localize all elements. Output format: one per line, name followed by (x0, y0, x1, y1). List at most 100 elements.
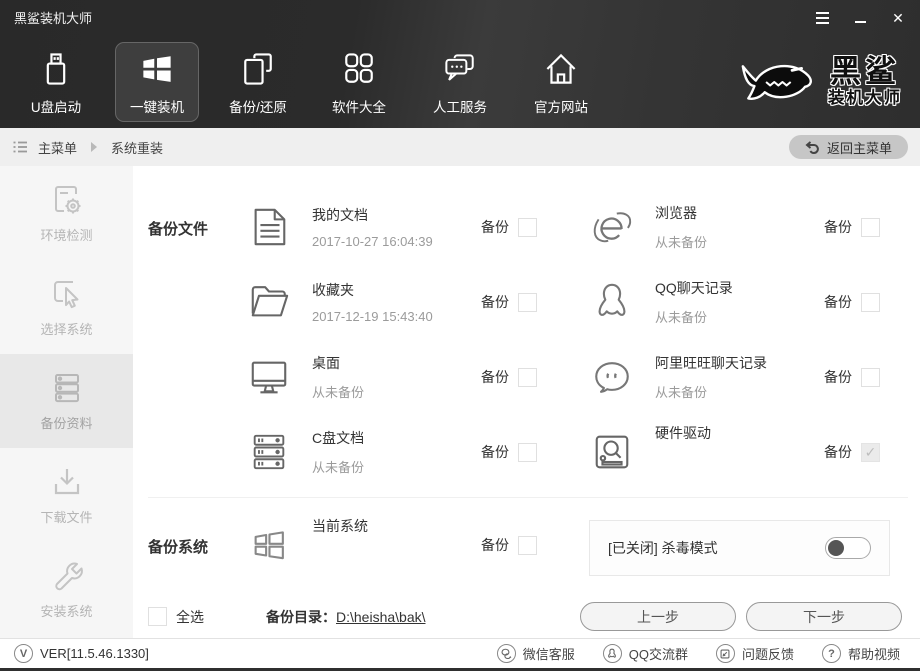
desktop-icon (246, 356, 292, 398)
backup-checkbox[interactable] (861, 367, 880, 387)
cdrive-icon (246, 431, 292, 473)
backup-checkbox[interactable] (518, 535, 537, 555)
minimize-icon[interactable] (852, 10, 868, 26)
nav-item-software[interactable]: 软件大全 (317, 42, 401, 122)
footer-link-label: 帮助视频 (847, 647, 900, 662)
backup-label: 备份 (824, 444, 852, 460)
item-last-backup: 从未备份 (655, 310, 708, 325)
shark-logo-icon (736, 51, 818, 113)
select-all-label: 全选 (176, 608, 204, 625)
backup-system-section: 备份系统 当前系统 备份 [已关闭] 杀毒模式 (148, 518, 908, 576)
item-title: 阿里旺旺聊天记录 (655, 355, 767, 371)
sidebar-item-label: 安装系统 (40, 604, 93, 619)
wrench-icon (49, 558, 85, 594)
window-controls: ✕ (814, 10, 906, 26)
nav-item-usb-boot[interactable]: U盘启动 (14, 42, 98, 122)
sidebar-item-download-files[interactable]: 下载文件 (0, 448, 133, 542)
section-label: 备份文件 (148, 221, 209, 238)
windows-logo-icon (136, 47, 178, 89)
nav-label: 官方网站 (534, 100, 588, 115)
header: 黑鲨装机大师 ✕ U盘启动 一键装机 备份/还原 软件大全 人工服务 官方网站 … (0, 0, 920, 128)
breadcrumb-current: 系统重装 (111, 140, 164, 156)
backup-label: 备份 (824, 294, 852, 310)
footer: V VER[11.5.46.1330] 微信客服 QQ交流群 问题反馈 ? 帮助… (0, 638, 920, 671)
item-title: 桌面 (312, 355, 340, 371)
feedback-link[interactable]: 问题反馈 (715, 644, 794, 663)
backup-checkbox[interactable] (518, 217, 537, 237)
nav-item-website[interactable]: 官方网站 (519, 42, 603, 122)
menu-icon[interactable] (814, 10, 830, 26)
copy-pages-icon (238, 47, 278, 89)
version-info: V VER[11.5.46.1330] (14, 644, 149, 663)
backup-checkbox[interactable] (518, 367, 537, 387)
backup-item-hardware-driver: 硬件驱动 备份 (589, 425, 908, 477)
close-icon[interactable]: ✕ (890, 10, 906, 26)
item-last-backup: 从未备份 (312, 385, 365, 400)
item-last-backup (312, 545, 481, 560)
item-last-backup: 从未备份 (655, 235, 708, 250)
antivirus-toggle[interactable] (825, 537, 871, 559)
backup-directory: 备份目录：D:\heisha\bak\ (266, 607, 426, 627)
backup-panel: 备份文件 我的文档 2017-10-27 16:04:39 备份 浏览器 从未备… (133, 166, 920, 638)
qq-icon (589, 280, 635, 324)
breadcrumb-bar: 主菜单 系统重装 返回主菜单 (0, 128, 920, 166)
backup-checkbox[interactable] (861, 292, 880, 312)
sidebar-item-label: 备份资料 (40, 416, 93, 431)
footer-link-label: 问题反馈 (741, 647, 794, 662)
select-system-icon (49, 276, 85, 312)
backup-directory-label: 备份目录： (266, 608, 336, 625)
item-last-backup: 从未备份 (312, 460, 365, 475)
nav-label: 人工服务 (433, 100, 487, 115)
brand-logo: 黑鲨 装机大师 (736, 51, 902, 113)
prev-step-button[interactable]: 上一步 (580, 602, 736, 631)
nav-item-backup-restore[interactable]: 备份/还原 (216, 42, 300, 122)
sidebar-item-install-system[interactable]: 安装系统 (0, 542, 133, 636)
help-video-link[interactable]: ? 帮助视频 (821, 644, 900, 663)
footer-links: 微信客服 QQ交流群 问题反馈 ? 帮助视频 (496, 644, 900, 663)
sidebar-item-backup-data[interactable]: 备份资料 (0, 354, 133, 448)
document-icon (246, 205, 292, 249)
nav-label: 一键装机 (130, 100, 184, 115)
select-all-checkbox[interactable] (148, 607, 167, 626)
sidebar-item-env-check[interactable]: 环境检测 (0, 166, 133, 260)
backup-label: 备份 (481, 444, 509, 460)
backup-checkbox[interactable] (518, 442, 537, 462)
next-step-button[interactable]: 下一步 (746, 602, 902, 631)
backup-directory-link[interactable]: D:\heisha\bak\ (336, 609, 426, 625)
item-title: 我的文档 (312, 207, 368, 223)
bottom-controls: 全选 备份目录：D:\heisha\bak\ 上一步 下一步 (148, 602, 908, 631)
backup-checkbox[interactable] (861, 217, 880, 237)
footer-link-label: 微信客服 (522, 647, 575, 662)
step-buttons: 上一步 下一步 (580, 602, 902, 631)
wangwang-icon (589, 356, 635, 398)
backup-files-section: 备份文件 我的文档 2017-10-27 16:04:39 备份 浏览器 从未备… (148, 202, 908, 477)
wechat-support-link[interactable]: 微信客服 (496, 644, 575, 663)
driver-icon (589, 431, 635, 473)
back-to-main-menu-button[interactable]: 返回主菜单 (788, 135, 908, 159)
home-icon (541, 47, 581, 89)
steps-sidebar: 环境检测 选择系统 备份资料 下载文件 安装系统 (0, 166, 133, 638)
backup-label: 备份 (824, 219, 852, 235)
backup-label: 备份 (481, 219, 509, 235)
main-nav: U盘启动 一键装机 备份/还原 软件大全 人工服务 官方网站 黑鲨 装机大师 (0, 35, 920, 128)
browser-icon (589, 205, 635, 249)
item-title: 浏览器 (655, 205, 697, 221)
back-arrow-icon (805, 140, 820, 154)
windows-icon (246, 524, 292, 566)
backup-items-grid: 我的文档 2017-10-27 16:04:39 备份 浏览器 从未备份 备份 … (246, 202, 908, 477)
breadcrumb-root[interactable]: 主菜单 (38, 138, 77, 157)
nav-item-one-key-install[interactable]: 一键装机 (115, 41, 199, 122)
back-button-label: 返回主菜单 (826, 140, 892, 156)
qq-group-link[interactable]: QQ交流群 (602, 644, 688, 663)
antivirus-mode-box: [已关闭] 杀毒模式 (589, 520, 890, 576)
sidebar-item-select-system[interactable]: 选择系统 (0, 260, 133, 354)
app-body: 环境检测 选择系统 备份资料 下载文件 安装系统 备份文件 我的文档 2017-… (0, 166, 920, 638)
brand-subtitle: 装机大师 (828, 88, 902, 107)
item-last-backup: 2017-12-19 15:43:40 (312, 309, 433, 324)
backup-checkbox[interactable] (518, 292, 537, 312)
antivirus-mode-label: [已关闭] 杀毒模式 (608, 540, 718, 556)
chat-service-icon (440, 47, 480, 89)
nav-item-support[interactable]: 人工服务 (418, 42, 502, 122)
nav-label: 备份/还原 (229, 100, 287, 115)
wechat-icon (496, 644, 516, 663)
